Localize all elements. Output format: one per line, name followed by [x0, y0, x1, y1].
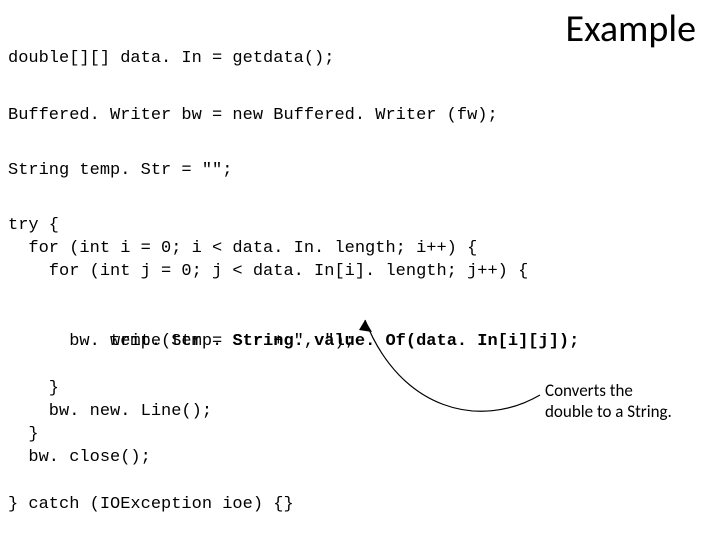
slide-title: Example: [566, 6, 696, 52]
code-line-10: bw. new. Line();: [8, 401, 212, 424]
callout-text: Converts the double to a String.: [545, 380, 715, 423]
callout-line-2: double to a String.: [545, 401, 672, 422]
callout-line-1: Converts the: [545, 380, 633, 401]
code-line-8: bw. write(temp. Str + ", ");: [8, 331, 355, 354]
code-line-5: for (int i = 0; i < data. In. length; i+…: [8, 238, 477, 261]
code-line-3: String temp. Str = "";: [8, 160, 232, 183]
code-line-4: try {: [8, 215, 59, 238]
code-line-2: Buffered. Writer bw = new Buffered. Writ…: [8, 105, 498, 128]
code-line-11: }: [8, 424, 39, 447]
code-line-6: for (int j = 0; j < data. In[i]. length;…: [8, 261, 528, 284]
code-line-9: }: [8, 378, 59, 401]
code-line-13: } catch (IOException ioe) {}: [8, 494, 294, 517]
code-line-1: double[][] data. In = getdata();: [8, 48, 334, 71]
code-line-12: bw. close();: [8, 447, 151, 470]
